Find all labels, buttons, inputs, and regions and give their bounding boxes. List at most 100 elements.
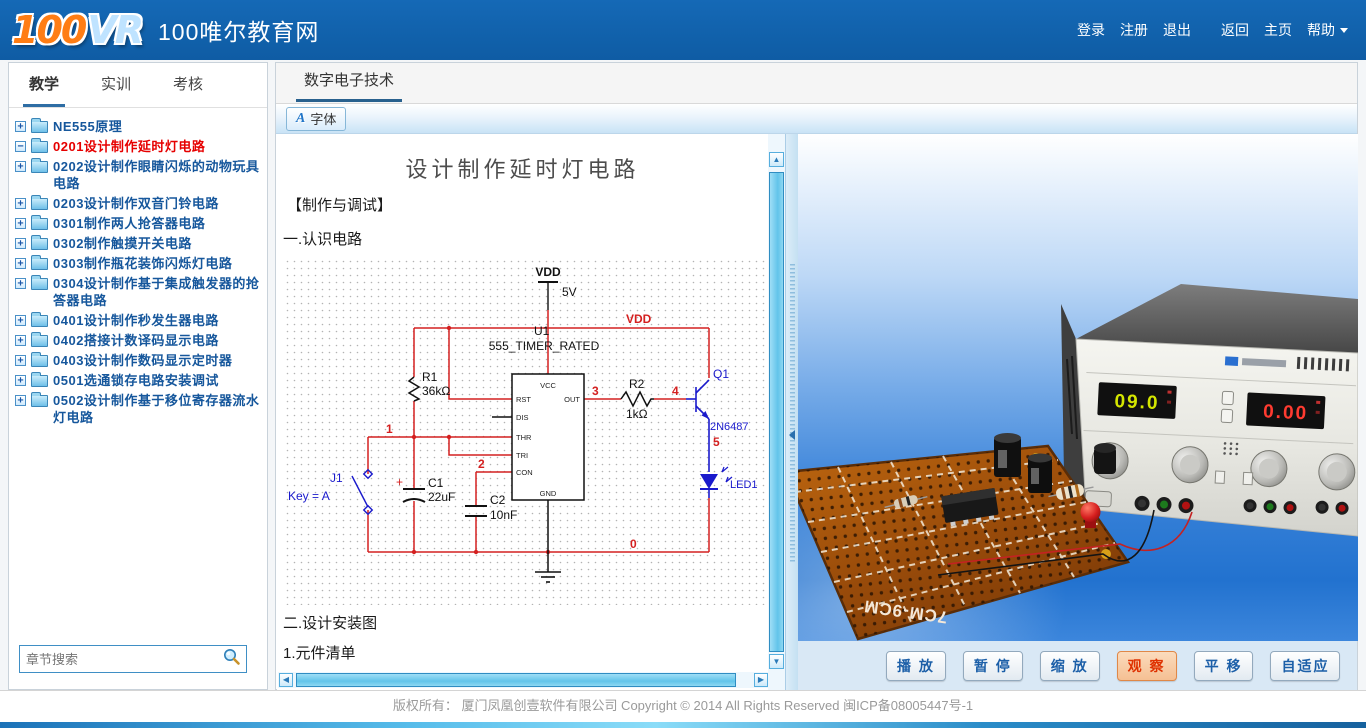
header: 100 VR 100唯尔教育网 登录注册退出返回主页帮助 xyxy=(0,0,1366,60)
nav-register-link[interactable]: 注册 xyxy=(1120,20,1148,40)
board-transistor[interactable] xyxy=(1094,443,1116,474)
copyright-text: 版权所有： 厦门凤凰创壹软件有限公司 Copyright © 2014 All … xyxy=(0,691,1366,721)
tab-digital-electronics[interactable]: 数字电子技术 xyxy=(296,63,402,102)
svg-text:5: 5 xyxy=(713,435,720,449)
svg-text:0.00: 0.00 xyxy=(1263,401,1309,424)
folder-icon xyxy=(31,141,48,153)
ic-ref: U1 xyxy=(534,324,550,338)
sidebar-chapter-item-10[interactable]: +0403设计制作数码显示定时器 xyxy=(15,352,263,369)
vertical-scroll-thumb[interactable] xyxy=(769,172,784,652)
sidebar-chapter-item-3[interactable]: +0203设计制作双音门铃电路 xyxy=(15,195,263,212)
doc-horizontal-scrollbar[interactable]: ◀ ▶ xyxy=(278,672,768,688)
font-button-label: 字体 xyxy=(310,109,336,128)
scroll-left-button[interactable]: ◀ xyxy=(279,673,293,687)
sidebar-chapter-item-8[interactable]: +0401设计制作秒发生器电路 xyxy=(15,312,263,329)
scroll-up-button[interactable]: ▲ xyxy=(769,152,784,167)
board-capacitor-1[interactable] xyxy=(994,433,1021,477)
expand-icon[interactable]: + xyxy=(15,315,26,326)
scroll-down-button[interactable]: ▼ xyxy=(769,654,784,669)
svg-text:J1: J1 xyxy=(330,471,343,485)
3d-viewport[interactable]: 09.0 0.00 xyxy=(798,134,1358,641)
svg-text:OUT: OUT xyxy=(564,395,580,404)
expand-icon[interactable]: + xyxy=(15,355,26,366)
search-input[interactable] xyxy=(20,652,223,667)
power-supply[interactable]: 09.0 0.00 xyxy=(1061,284,1358,536)
expand-icon[interactable]: + xyxy=(15,375,26,386)
search-icon[interactable] xyxy=(223,648,241,671)
psu-rocker-switch[interactable] xyxy=(1222,391,1234,405)
svg-text:09.0: 09.0 xyxy=(1114,391,1160,414)
sidebar-chapter-item-11[interactable]: +0501选通锁存电路安装调试 xyxy=(15,372,263,389)
expand-icon[interactable]: + xyxy=(15,198,26,209)
expand-icon[interactable]: + xyxy=(15,395,26,406)
svg-text:2: 2 xyxy=(478,457,485,471)
collapse-icon[interactable]: − xyxy=(15,141,26,152)
chapter-label: 0302制作触摸开关电路 xyxy=(53,235,192,252)
chapter-label: 0304设计制作基于集成触发器的抢答器电路 xyxy=(53,275,263,309)
expand-icon[interactable]: + xyxy=(15,278,26,289)
doc-heading-1: 一.认识电路 xyxy=(283,228,362,249)
logo-vr-text: VR xyxy=(87,11,142,49)
tab-teaching[interactable]: 教学 xyxy=(23,63,65,107)
folder-icon xyxy=(31,315,48,327)
chapter-label: 0203设计制作双音门铃电路 xyxy=(53,195,219,212)
expand-icon[interactable]: + xyxy=(15,238,26,249)
site-logo[interactable]: 100 VR xyxy=(12,11,142,49)
horizontal-scroll-thumb[interactable] xyxy=(296,673,736,687)
nav-help-link[interactable]: 帮助 xyxy=(1307,20,1348,40)
psu-rocker-switch-2[interactable] xyxy=(1221,409,1233,423)
sidebar-chapter-item-5[interactable]: +0302制作触摸开关电路 xyxy=(15,235,263,252)
sidebar-chapter-item-2[interactable]: +0202设计制作眼睛闪烁的动物玩具电路 xyxy=(15,158,263,192)
nav-login-link[interactable]: 登录 xyxy=(1077,20,1105,40)
tab-training[interactable]: 实训 xyxy=(95,63,137,107)
nav-logout-link[interactable]: 退出 xyxy=(1163,20,1191,40)
font-button[interactable]: A 字体 xyxy=(286,107,346,131)
board-capacitor-2[interactable] xyxy=(1028,454,1052,494)
svg-text:CON: CON xyxy=(516,468,533,477)
expand-icon[interactable]: + xyxy=(15,218,26,229)
chapter-label: 0303制作瓶花装饰闪烁灯电路 xyxy=(53,255,232,272)
folder-icon xyxy=(31,258,48,270)
expand-icon[interactable]: + xyxy=(15,121,26,132)
sidebar-chapter-item-6[interactable]: +0303制作瓶花装饰闪烁灯电路 xyxy=(15,255,263,272)
svg-text:Key = A: Key = A xyxy=(288,489,330,503)
sidebar-chapter-item-9[interactable]: +0402搭接计数译码显示电路 xyxy=(15,332,263,349)
sidebar-chapter-item-1[interactable]: −0201设计制作延时灯电路 xyxy=(15,138,263,155)
chapter-tree: +NE555原理 −0201设计制作延时灯电路 +0202设计制作眼睛闪烁的动物玩具… xyxy=(15,115,263,629)
folder-icon xyxy=(31,335,48,347)
nav-home-link[interactable]: 主页 xyxy=(1264,20,1292,40)
sidebar-chapter-item-4[interactable]: +0301制作两人抢答器电路 xyxy=(15,215,263,232)
expand-icon[interactable]: + xyxy=(15,258,26,269)
svg-text:Q1: Q1 xyxy=(713,367,729,381)
scroll-right-button[interactable]: ▶ xyxy=(754,673,768,687)
control-fit-button[interactable]: 自适应 xyxy=(1270,651,1340,681)
ic-part: 555_TIMER_RATED xyxy=(489,339,600,353)
expand-icon[interactable]: + xyxy=(15,335,26,346)
chapter-label: 0402搭接计数译码显示电路 xyxy=(53,332,219,349)
control-pause-button[interactable]: 暂 停 xyxy=(963,651,1023,681)
svg-text:10nF: 10nF xyxy=(490,508,517,522)
tab-assessment[interactable]: 考核 xyxy=(167,63,209,107)
font-a-icon: A xyxy=(296,112,305,126)
expand-icon[interactable]: + xyxy=(15,161,26,172)
svg-text:RST: RST xyxy=(516,395,531,404)
control-play-button[interactable]: 播 放 xyxy=(886,651,946,681)
sidebar-chapter-item-7[interactable]: +0304设计制作基于集成触发器的抢答器电路 xyxy=(15,275,263,309)
content-toolbar: A 字体 xyxy=(276,104,1357,134)
sidebar-chapter-item-12[interactable]: +0502设计制作基于移位寄存器流水灯电路 xyxy=(15,392,263,426)
control-zoom-button[interactable]: 缩 放 xyxy=(1040,651,1100,681)
document-pane: 设计制作延时灯电路 【制作与调试】 一.认识电路 xyxy=(277,134,768,690)
nav-back-link[interactable]: 返回 xyxy=(1221,20,1249,40)
header-nav: 登录注册退出 返回主页帮助 xyxy=(1062,0,1348,60)
chapter-label: 0301制作两人抢答器电路 xyxy=(53,215,205,232)
splitter-collapse-icon[interactable] xyxy=(789,430,795,440)
folder-icon xyxy=(31,198,48,210)
svg-text:+: + xyxy=(396,475,403,489)
sidebar-chapter-item-0[interactable]: +NE555原理 xyxy=(15,118,263,135)
pane-splitter[interactable] xyxy=(785,134,798,690)
3d-scene: 09.0 0.00 xyxy=(798,134,1358,641)
control-observe-button[interactable]: 观 察 xyxy=(1117,651,1177,681)
control-pan-button[interactable]: 平 移 xyxy=(1194,651,1254,681)
doc-section-label: 【制作与调试】 xyxy=(287,194,392,215)
doc-vertical-scrollbar[interactable]: ▲ ▼ xyxy=(768,134,785,690)
